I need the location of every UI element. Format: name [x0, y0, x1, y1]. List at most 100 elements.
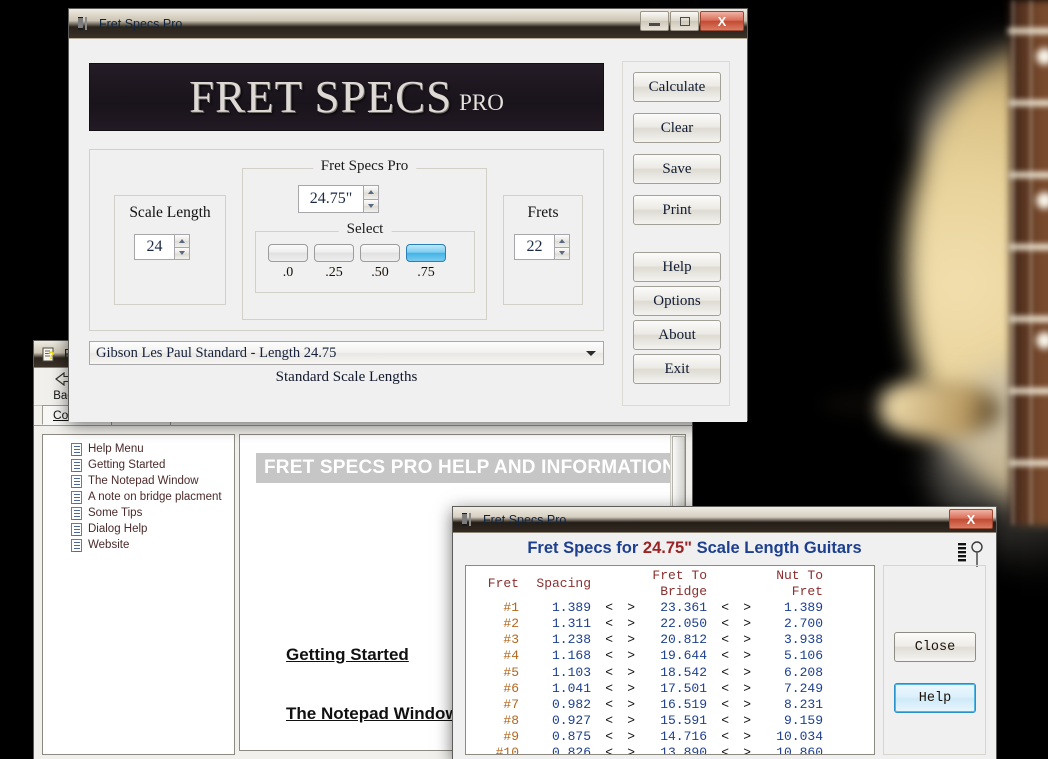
close-button[interactable]: X: [700, 11, 744, 31]
guitar-string: [1030, 0, 1032, 525]
select-option-75[interactable]: [406, 244, 446, 262]
scale-value-field[interactable]: 24.75": [298, 185, 363, 213]
help-link-getting-started[interactable]: Getting Started: [286, 645, 409, 665]
scale-length-stepper[interactable]: 24: [134, 234, 190, 260]
preset-combobox[interactable]: Gibson Les Paul Standard - Length 24.75: [89, 341, 604, 365]
list-item[interactable]: Some Tips: [71, 505, 230, 521]
frets-value[interactable]: 22: [514, 234, 554, 260]
list-item[interactable]: A note on bridge placment: [71, 489, 230, 505]
options-button[interactable]: Options: [633, 286, 721, 316]
separator-left: <: [721, 600, 729, 616]
select-option-0[interactable]: [268, 244, 308, 262]
fret-inlay-dot-icon: [1036, 192, 1048, 209]
fretwire-icon: [1008, 28, 1048, 34]
results-window-title: Fret Specs Pro: [483, 512, 567, 527]
results-window[interactable]: Fret Specs Pro X Fret Specs for 24.75" S…: [452, 506, 997, 759]
list-item[interactable]: Help Menu: [71, 441, 230, 457]
results-window-controls[interactable]: X: [949, 509, 993, 529]
results-button-panel: Close Help: [883, 565, 986, 755]
cell-fret-to-bridge: 14.716: [660, 728, 707, 744]
separator-left: <: [721, 712, 729, 728]
calculate-button[interactable]: Calculate: [633, 72, 721, 102]
table-row: #9 0.875 < > 14.716 < > 10.034: [473, 729, 823, 745]
separator-left: <: [605, 728, 613, 744]
scale-value-stepper[interactable]: 24.75": [298, 185, 379, 213]
select-option-50[interactable]: [360, 244, 400, 262]
svg-text:?: ?: [48, 350, 55, 362]
list-item[interactable]: The Notepad Window: [71, 473, 230, 489]
table-row: #5 1.103 < > 18.542 < > 6.208: [473, 665, 823, 681]
chevron-up-icon: [559, 238, 565, 243]
scale-length-spin-buttons[interactable]: [174, 234, 190, 260]
guitar-neck-icon: [460, 511, 477, 528]
results-heading-part-b: 24.75": [642, 539, 693, 557]
table-row: #4 1.168 < > 19.644 < > 5.106: [473, 648, 823, 664]
main-window-titlebar[interactable]: Fret Specs Pro X: [69, 9, 747, 39]
scale-length-decrement-button[interactable]: [174, 246, 190, 260]
select-option-25[interactable]: [314, 244, 354, 262]
list-item[interactable]: Dialog Help: [71, 521, 230, 537]
maximize-icon: [679, 16, 690, 26]
scale-length-increment-button[interactable]: [174, 234, 190, 247]
app-logo-banner: FRET SPECS PRO: [89, 63, 604, 131]
help-contents-tree[interactable]: Help Menu Getting Started The Notepad Wi…: [42, 434, 235, 755]
results-window-titlebar[interactable]: Fret Specs Pro X: [453, 507, 996, 533]
print-button[interactable]: Print: [633, 195, 721, 225]
scale-length-value[interactable]: 24: [134, 234, 174, 260]
guitar-cutaway: [880, 380, 1000, 438]
separator-right: >: [743, 600, 751, 616]
fretwire-icon: [1008, 388, 1048, 394]
clear-button[interactable]: Clear: [633, 113, 721, 143]
cell-fret-to-bridge: 19.644: [660, 648, 707, 664]
separator-right: >: [627, 616, 635, 632]
results-help-button[interactable]: Help: [894, 683, 976, 713]
cell-nut-to-fret: 7.249: [783, 680, 823, 696]
separator-left: <: [721, 680, 729, 696]
scale-length-group: Scale Length 24: [114, 195, 226, 305]
results-close-button[interactable]: X: [949, 509, 993, 529]
table-row: #8 0.927 < > 15.591 < > 9.159: [473, 713, 823, 729]
separator-right: >: [743, 728, 751, 744]
scale-value-decrement-button[interactable]: [363, 198, 379, 213]
table-row: #10 0.826 < > 13.890 < > 10.860: [473, 745, 823, 755]
scale-value-increment-button[interactable]: [363, 185, 379, 199]
maximize-button[interactable]: [670, 11, 699, 31]
fret-specs-table-body: #1 1.389 < > 23.361 < > 1.389 #2 1.311 <…: [473, 600, 823, 755]
frets-increment-button[interactable]: [554, 234, 570, 247]
separator-left: <: [721, 648, 729, 664]
fret-specs-table-container[interactable]: Fret Spacing Fret To Bridge Nut To Fret …: [465, 565, 875, 755]
minimize-button[interactable]: [640, 11, 669, 31]
cell-spacing: 1.311: [551, 616, 591, 632]
about-button[interactable]: About: [633, 320, 721, 350]
select-option-50-label: .50: [371, 265, 389, 280]
cell-fret-to-bridge: 20.812: [660, 632, 707, 648]
separator-left: <: [721, 745, 729, 755]
separator-right: >: [743, 648, 751, 664]
chevron-down-icon: [559, 251, 565, 256]
list-item[interactable]: Website: [71, 537, 230, 553]
frets-spin-buttons[interactable]: [554, 234, 570, 260]
scale-value-spin-buttons[interactable]: [363, 185, 379, 213]
list-item[interactable]: Getting Started: [71, 457, 230, 473]
fret-inlay-dot-icon: [1036, 332, 1048, 349]
column-header-fret-to-bridge: Fret To Bridge: [652, 568, 707, 600]
save-button[interactable]: Save: [633, 154, 721, 184]
cell-fret: #5: [503, 664, 519, 680]
table-row: #2 1.311 < > 22.050 < > 2.700: [473, 616, 823, 632]
results-close-action-button[interactable]: Close: [894, 632, 976, 662]
main-window[interactable]: Fret Specs Pro X FRET SPECS PRO Scale Le…: [68, 8, 748, 422]
exit-button[interactable]: Exit: [633, 354, 721, 384]
separator-right: >: [627, 600, 635, 616]
table-row: #3 1.238 < > 20.812 < > 3.938: [473, 632, 823, 648]
separator-right: >: [627, 745, 635, 755]
main-window-controls[interactable]: X: [640, 11, 744, 31]
table-row: #7 0.982 < > 16.519 < > 8.231: [473, 697, 823, 713]
frets-decrement-button[interactable]: [554, 246, 570, 260]
separator-right: >: [743, 712, 751, 728]
help-link-notepad-window[interactable]: The Notepad Window: [286, 704, 459, 724]
help-button[interactable]: Help: [633, 252, 721, 282]
chevron-down-icon[interactable]: [586, 351, 596, 356]
select-button-row[interactable]: [268, 244, 446, 262]
frets-stepper[interactable]: 22: [514, 234, 570, 260]
cell-fret-to-bridge: 23.361: [660, 600, 707, 616]
